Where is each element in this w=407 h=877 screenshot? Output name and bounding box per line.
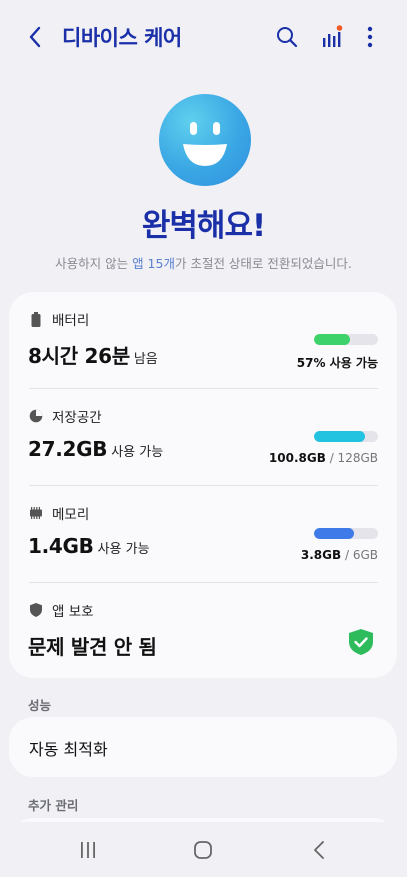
memory-used: 3.8GB: [300, 548, 342, 562]
memory-total: / 6GB: [344, 548, 378, 562]
storage-label: 저장공간: [52, 410, 102, 426]
app-protection-item[interactable]: 앱 보호 문제 발견 안 됨: [9, 583, 397, 680]
storage-item[interactable]: 저장공간 27.2GB 사용 가능 100.8GB / 128GB: [9, 389, 397, 486]
app-bar: 디바이스 케어: [0, 0, 407, 72]
memory-chip-icon: [29, 506, 43, 520]
storage-value-unit: 사용 가능: [111, 445, 164, 460]
chevron-left-icon: [29, 26, 41, 48]
memory-available: 1.4GB: [28, 534, 94, 558]
shield-check-icon: [349, 629, 373, 655]
back-icon: [314, 841, 324, 859]
extra-section-label: 추가 관리: [28, 798, 79, 813]
battery-time-remaining: 8시간 26분: [28, 344, 130, 368]
app-protection-status: 문제 발견 안 됨: [28, 635, 157, 659]
battery-item[interactable]: 배터리 8시간 26분 남음 57% 사용 가능: [9, 292, 397, 389]
auto-optimize-row[interactable]: 자동 최적화: [9, 717, 397, 777]
system-nav-bar: [0, 822, 407, 877]
storage-used: 100.8GB: [268, 451, 326, 465]
storage-usage-bar: [314, 431, 378, 442]
page-title: 디바이스 케어: [62, 26, 182, 50]
home-icon: [194, 841, 212, 859]
storage-total: / 128GB: [329, 451, 378, 465]
memory-label: 메모리: [52, 507, 90, 523]
app-count-link[interactable]: 앱 15개: [132, 256, 175, 271]
more-vertical-icon: [367, 26, 373, 48]
battery-label: 배터리: [52, 313, 90, 329]
performance-section-label: 성능: [28, 698, 52, 713]
storage-available: 27.2GB: [28, 437, 108, 461]
battery-value-unit: 남음: [133, 352, 158, 367]
shield-icon: [29, 603, 43, 617]
status-subtitle: 사용하지 않는 앱 15개가 초절전 상태로 전환되었습니다.: [55, 256, 352, 271]
memory-usage-bar: [314, 528, 378, 539]
bar-chart-icon: [323, 25, 343, 47]
recents-button[interactable]: [68, 836, 108, 864]
search-button[interactable]: [272, 22, 302, 52]
status-headline: 완벽해요!: [141, 208, 266, 244]
stats-button[interactable]: [317, 22, 347, 52]
back-button[interactable]: [20, 22, 50, 52]
smiley-face-icon: [159, 94, 251, 186]
notification-dot: [336, 25, 343, 31]
home-button[interactable]: [183, 836, 223, 864]
more-options-button[interactable]: [356, 22, 384, 52]
auto-optimize-label: 자동 최적화: [29, 740, 108, 759]
status-card: 배터리 8시간 26분 남음 57% 사용 가능 저장공간 27.2GB 사용 가능…: [9, 292, 397, 678]
app-protection-label: 앱 보호: [52, 604, 94, 620]
nav-back-button[interactable]: [299, 836, 339, 864]
battery-level-bar: [314, 334, 378, 345]
search-icon: [277, 27, 298, 48]
battery-percent: 57% 사용 가능: [296, 356, 378, 370]
recents-icon: [81, 842, 95, 858]
memory-item[interactable]: 메모리 1.4GB 사용 가능 3.8GB / 6GB: [9, 486, 397, 583]
pie-chart-icon: [29, 409, 43, 423]
battery-icon: [29, 311, 43, 327]
memory-value-unit: 사용 가능: [97, 542, 150, 557]
